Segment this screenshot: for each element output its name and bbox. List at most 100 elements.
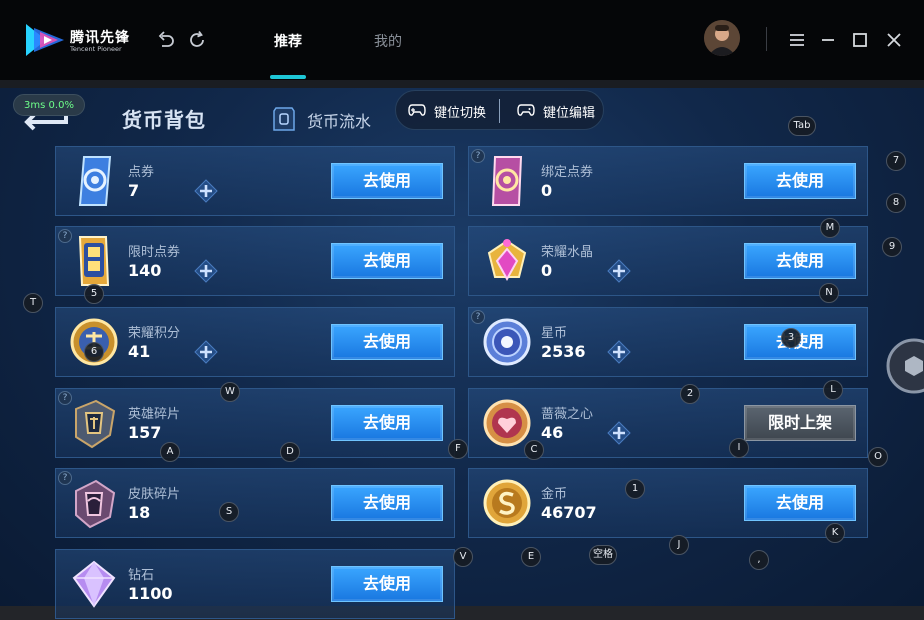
currency-name: 钻石 — [128, 568, 155, 583]
add-glory-crystal-button[interactable] — [607, 259, 631, 283]
currency-amount: 41 — [128, 342, 151, 361]
key-hint-j: J — [669, 535, 689, 555]
currency-name: 星币 — [541, 326, 568, 341]
title-bar: 腾讯先锋 Tencent Pioneer 推荐 我的 — [0, 0, 924, 80]
key-hint-3: 3 — [781, 328, 801, 348]
currency-amount: 46707 — [541, 503, 597, 522]
add-rose-heart-button[interactable] — [607, 421, 631, 445]
use-glory-points-button[interactable]: 去使用 — [331, 324, 443, 360]
key-hint-space: 空格 — [589, 545, 617, 565]
key-hint-d: D — [280, 442, 300, 462]
key-hint-5: 5 — [84, 284, 104, 304]
currency-name: 荣耀水晶 — [541, 245, 594, 260]
limited-time-button[interactable]: 限时上架 — [744, 405, 856, 441]
close-icon[interactable] — [884, 30, 904, 50]
key-switch-label: 键位切换 — [434, 106, 487, 121]
use-glory-crystal-button[interactable]: 去使用 — [744, 243, 856, 279]
add-star-coin-button[interactable] — [607, 340, 631, 364]
titlebar-divider — [766, 27, 767, 51]
window-divider-strip — [0, 80, 924, 88]
use-skin-fragment-button[interactable]: 去使用 — [331, 485, 443, 521]
use-coupon-button[interactable]: 去使用 — [331, 163, 443, 199]
currency-card-diamond: 钻石 1100 去使用 — [55, 549, 455, 619]
key-hint-6: 6 — [84, 342, 104, 362]
key-hint-8: 8 — [886, 193, 906, 213]
key-hint-f: F — [448, 439, 468, 459]
use-limited-coupon-button[interactable]: 去使用 — [331, 243, 443, 279]
key-hint-k: K — [825, 523, 845, 543]
currency-name: 荣耀积分 — [128, 326, 181, 341]
currency-name: 绑定点券 — [541, 165, 594, 180]
key-hint-e: E — [521, 547, 541, 567]
currency-amount: 18 — [128, 503, 151, 522]
app-name: 腾讯先锋 — [70, 30, 130, 46]
add-limited-coupon-button[interactable] — [194, 259, 218, 283]
key-hint-2: 2 — [680, 384, 700, 404]
limited-coupon-icon — [78, 236, 110, 286]
key-hint-1: 1 — [625, 479, 645, 499]
currency-flow-icon[interactable] — [272, 106, 296, 132]
bound-coupon-icon — [491, 156, 523, 206]
key-hint-a: A — [160, 442, 180, 462]
star-coin-icon — [483, 318, 531, 366]
app-window: 腾讯先锋 Tencent Pioneer 推荐 我的 3ms 0.0% 货币背包… — [0, 0, 924, 620]
currency-name: 皮肤碎片 — [128, 487, 181, 502]
key-hint-9: 9 — [882, 237, 902, 257]
currency-amount: 1100 — [128, 584, 173, 603]
avatar[interactable] — [704, 20, 740, 56]
key-edit-label: 键位编辑 — [543, 106, 596, 121]
currency-card-star-coin: ? 星币 2536 去使用 — [468, 307, 868, 377]
add-glory-points-button[interactable] — [194, 340, 218, 364]
key-hint-i: I — [729, 438, 749, 458]
currency-card-coupon: 点券 7 去使用 — [55, 146, 455, 216]
currency-amount: 46 — [541, 423, 564, 442]
page-title: 货币背包 — [122, 108, 206, 132]
minimize-icon[interactable] — [818, 30, 838, 50]
currency-card-skin-fragment: ? 皮肤碎片 18 去使用 — [55, 468, 455, 538]
tab-mine[interactable]: 我的 — [374, 31, 402, 51]
use-gold-coin-button[interactable]: 去使用 — [744, 485, 856, 521]
tab-recommend[interactable]: 推荐 — [274, 31, 302, 51]
key-pill-divider — [499, 99, 500, 123]
key-hint-o: O — [868, 447, 888, 467]
use-bound-coupon-button[interactable]: 去使用 — [744, 163, 856, 199]
currency-amount: 0 — [541, 181, 553, 200]
hero-fragment-icon — [75, 399, 116, 449]
currency-card-glory-points: 荣耀积分 41 去使用 — [55, 307, 455, 377]
key-hint-comma: , — [749, 550, 769, 570]
key-hint-v: V — [453, 547, 473, 567]
key-hint-tab: Tab — [788, 116, 816, 136]
currency-amount: 2536 — [541, 342, 586, 361]
diamond-icon — [72, 560, 116, 608]
currency-amount: 140 — [128, 261, 162, 280]
logo-mark-icon — [26, 24, 64, 56]
key-hint-m: M — [820, 218, 840, 238]
skin-fragment-icon — [75, 479, 116, 529]
add-coupon-button[interactable] — [194, 179, 218, 203]
latency-badge: 3ms 0.0% — [13, 94, 85, 116]
key-hint-c: C — [524, 440, 544, 460]
key-hint-t: T — [23, 293, 43, 313]
side-joystick-icon[interactable] — [886, 338, 924, 394]
key-hint-w: W — [220, 382, 240, 402]
currency-card-hero-fragment: ? 英雄碎片 157 去使用 — [55, 388, 455, 458]
key-hint-s: S — [219, 502, 239, 522]
refresh-icon[interactable] — [187, 30, 207, 50]
gamepad-edit-icon — [517, 104, 535, 116]
glory-crystal-icon — [487, 239, 527, 282]
currency-card-limited-coupon: ? 限时点券 140 去使用 — [55, 226, 455, 296]
menu-icon[interactable] — [787, 30, 807, 50]
undo-icon[interactable] — [156, 30, 176, 50]
key-mapping-toolbar: 键位切换 键位编辑 — [395, 90, 604, 130]
key-hint-n: N — [819, 283, 839, 303]
currency-name: 蔷薇之心 — [541, 407, 594, 422]
currency-name: 金币 — [541, 487, 568, 502]
currency-name: 限时点券 — [128, 245, 181, 260]
currency-flow-link[interactable]: 货币流水 — [307, 108, 371, 132]
currency-amount: 157 — [128, 423, 162, 442]
maximize-icon[interactable] — [850, 30, 870, 50]
app-logo: 腾讯先锋 Tencent Pioneer — [24, 22, 129, 58]
use-diamond-button[interactable]: 去使用 — [331, 566, 443, 602]
currency-card-glory-crystal: 荣耀水晶 0 去使用 — [468, 226, 868, 296]
use-hero-fragment-button[interactable]: 去使用 — [331, 405, 443, 441]
